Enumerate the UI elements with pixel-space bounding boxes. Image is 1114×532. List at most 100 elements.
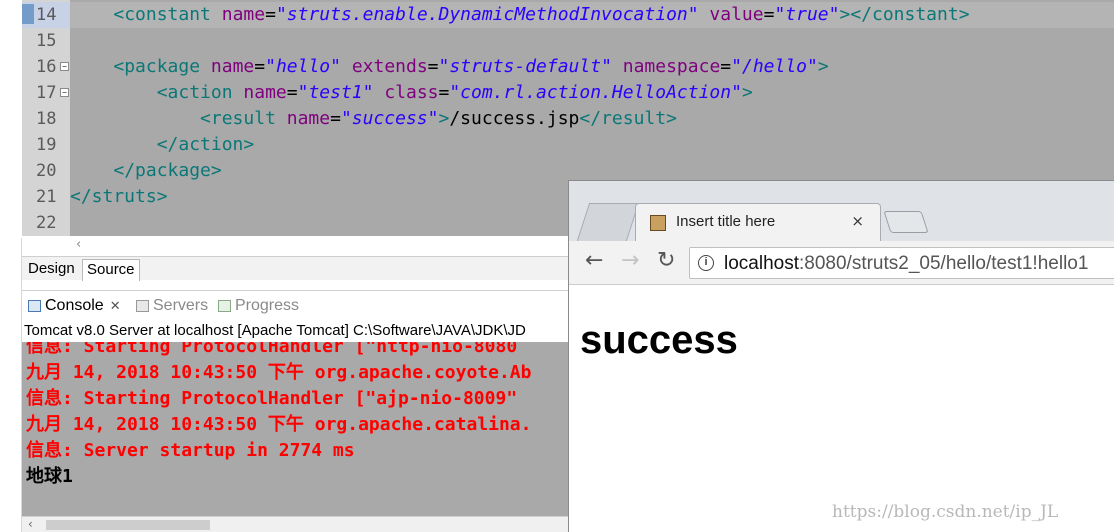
editor-view-tabs: Design Source <box>22 256 570 281</box>
line-number: 15 <box>36 31 57 51</box>
code-token: <action <box>156 82 244 103</box>
scrollbar-thumb[interactable] <box>46 520 210 530</box>
code-token: = <box>286 82 298 103</box>
code-token: = <box>720 56 732 77</box>
address-url: localhost:8080/struts2_05/hello/test1!he… <box>724 252 1088 276</box>
line-number: 22 <box>36 213 57 233</box>
code-token: "hello" <box>265 56 341 77</box>
code-line[interactable]: 17− <action name="test1" class="com.rl.a… <box>22 80 1114 106</box>
code-token: name <box>210 56 255 77</box>
browser-tab-active[interactable]: Insert title here × <box>635 203 881 243</box>
code-token: > <box>438 108 450 129</box>
fold-toggle-icon[interactable]: − <box>60 88 69 97</box>
code-token: name <box>221 4 266 25</box>
code-text: <package name="hello" extends="struts-de… <box>70 54 1114 80</box>
browser-tab-strip: Insert title here × <box>569 181 1114 243</box>
code-token: "/hello" <box>731 56 818 77</box>
tab-progress-label: Progress <box>235 297 300 314</box>
console-icon <box>28 300 41 312</box>
back-arrow-icon[interactable]: ← <box>585 249 603 273</box>
code-token: "success" <box>340 108 439 129</box>
console-log-line: 九月 14, 2018 10:43:50 下午 org.apache.catal… <box>26 414 532 435</box>
code-token: namespace <box>622 56 721 77</box>
forward-arrow-icon[interactable]: → <box>621 249 639 273</box>
servers-icon <box>136 300 149 312</box>
code-token: value <box>709 4 764 25</box>
tab-design[interactable]: Design <box>24 259 79 281</box>
console-view-tabs: Console ✕ Servers Progress <box>22 290 570 318</box>
tab-progress[interactable]: Progress <box>218 295 299 317</box>
fold-toggle-icon[interactable]: − <box>60 62 69 71</box>
code-token: ></constant> <box>839 4 970 25</box>
code-token: <package <box>113 56 211 77</box>
code-text: <action name="test1" class="com.rl.actio… <box>70 80 1114 106</box>
page-heading: success <box>580 318 738 362</box>
new-tab-button[interactable] <box>883 211 929 233</box>
code-line[interactable]: 18 <result name="success">/success.jsp</… <box>22 106 1114 132</box>
browser-tab-empty[interactable] <box>576 203 640 241</box>
code-token: "struts-default" <box>438 56 612 77</box>
console-horizontal-scrollbar[interactable]: ‹ <box>22 516 570 532</box>
address-bar[interactable]: i localhost:8080/struts2_05/hello/test1!… <box>689 247 1114 279</box>
console-log-line: 信息: Starting ProtocolHandler ["http-nio-… <box>26 342 518 357</box>
close-icon[interactable]: ✕ <box>110 295 121 317</box>
favicon-icon <box>650 215 666 231</box>
info-icon[interactable]: i <box>698 255 714 271</box>
page-viewport: success <box>569 286 1114 532</box>
code-line[interactable]: 16− <package name="hello" extends="strut… <box>22 54 1114 80</box>
progress-icon <box>218 300 231 312</box>
code-token: </result> <box>579 108 677 129</box>
console-output[interactable]: 信息: Starting ProtocolHandler ["http-nio-… <box>22 342 570 516</box>
code-token: = <box>254 56 266 77</box>
line-number: 19 <box>36 135 57 155</box>
code-token: "test1" <box>297 82 374 103</box>
tab-servers[interactable]: Servers <box>136 295 208 317</box>
scroll-left-icon[interactable]: ‹ <box>28 517 33 531</box>
tab-console-label: Console <box>45 297 104 314</box>
code-line[interactable]: 15 <box>22 28 1114 54</box>
line-number: 18 <box>36 109 57 129</box>
console-process-label: Tomcat v8.0 Server at localhost [Apache … <box>22 320 570 342</box>
code-token: "struts.enable.DynamicMethodInvocation" <box>275 4 699 25</box>
code-token: </action> <box>156 134 255 155</box>
console-log-line: 信息: Server startup in 2774 ms <box>26 440 355 461</box>
code-token: <result <box>200 108 287 129</box>
tab-console[interactable]: Console ✕ <box>28 295 121 317</box>
close-tab-icon[interactable]: × <box>851 212 864 230</box>
browser-tab-title: Insert title here <box>676 213 776 230</box>
code-token: </package> <box>113 160 222 181</box>
tab-source[interactable]: Source <box>82 259 140 281</box>
code-line[interactable]: 19 </action> <box>22 132 1114 158</box>
code-token: "com.rl.action.HelloAction" <box>449 82 742 103</box>
code-token: "true" <box>774 4 840 25</box>
code-token: = <box>438 82 450 103</box>
url-path: :8080/struts2_05/hello/test1!hello1 <box>799 253 1089 274</box>
code-token: <constant <box>113 4 222 25</box>
code-token: > <box>817 56 829 77</box>
scroll-left-icon[interactable]: ‹ <box>76 237 81 252</box>
code-token: </struts> <box>70 186 168 207</box>
line-number: 21 <box>36 187 57 207</box>
code-token: class <box>384 82 439 103</box>
code-token: name <box>243 82 287 103</box>
current-line-marker <box>22 4 34 24</box>
code-token: extends <box>351 56 428 77</box>
code-token: = <box>763 4 775 25</box>
code-line[interactable]: 14 <constant name="struts.enable.Dynamic… <box>22 2 1114 28</box>
editor-horizontal-scrollbar[interactable]: ‹ <box>70 236 570 256</box>
code-token: = <box>427 56 439 77</box>
reload-icon[interactable]: ↻ <box>657 249 675 273</box>
console-log-line: 地球1 <box>26 466 73 487</box>
code-token: = <box>330 108 341 129</box>
console-log-line: 九月 14, 2018 10:43:50 下午 org.apache.coyot… <box>26 362 532 383</box>
browser-toolbar: ← → ↻ i localhost:8080/struts2_05/hello/… <box>569 241 1114 285</box>
code-token: = <box>265 4 276 25</box>
